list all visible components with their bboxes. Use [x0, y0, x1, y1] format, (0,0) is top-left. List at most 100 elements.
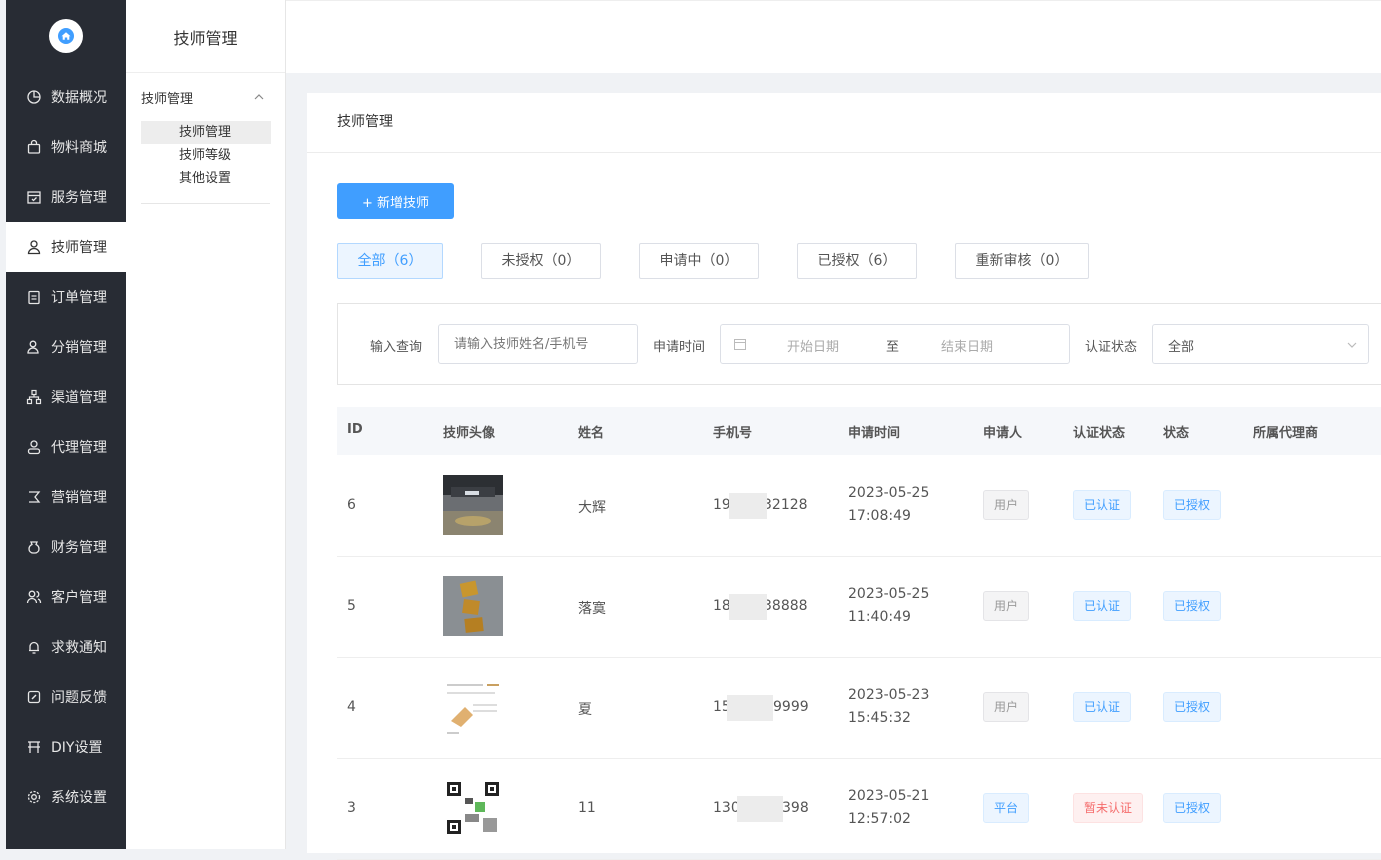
cert-status-value: 全部: [1168, 340, 1195, 355]
home-icon: [58, 28, 74, 44]
sidebar-item-1[interactable]: 物料商城: [6, 122, 126, 172]
sidebar-item-label: 数据概况: [51, 90, 107, 106]
sidebar-item-2[interactable]: 服务管理: [6, 172, 126, 222]
main-panel: 技师管理 + 新增技师 全部（6） 未授权（0） 申请中（0） 已授权（6） 重…: [307, 93, 1381, 860]
sidebar-item-14[interactable]: 系统设置: [6, 772, 126, 822]
search-input[interactable]: [438, 324, 638, 364]
home-logo[interactable]: [49, 19, 83, 53]
date-separator: 至: [886, 340, 900, 355]
feedback-icon: [26, 689, 42, 705]
submenu-item-technician-manage[interactable]: 技师管理: [141, 121, 271, 144]
sidebar-item-4[interactable]: 订单管理: [6, 272, 126, 322]
technician-avatar[interactable]: [443, 475, 503, 535]
date-range-picker[interactable]: 开始日期 至 结束日期: [720, 324, 1070, 364]
cert-status-tag: 已认证: [1073, 490, 1131, 520]
cell-name: 夏: [578, 702, 592, 718]
tab-applying[interactable]: 申请中（0）: [639, 243, 759, 279]
cert-status-select[interactable]: 全部: [1152, 324, 1369, 364]
cert-status-tag: 已认证: [1073, 692, 1131, 722]
cell-id: 4: [347, 699, 356, 715]
gear-icon: [26, 789, 42, 805]
calendar-check-icon: [26, 189, 42, 205]
cert-status-tag: 暂未认证: [1073, 793, 1143, 823]
technician-avatar[interactable]: [443, 576, 503, 636]
sidebar-item-11[interactable]: 求救通知: [6, 622, 126, 672]
submenu-group[interactable]: 技师管理: [126, 73, 285, 121]
cell-name: 落寞: [578, 601, 606, 617]
tab-unauthorized[interactable]: 未授权（0）: [481, 243, 601, 279]
phone-redaction: [737, 796, 783, 822]
calendar-icon: [734, 339, 746, 350]
user-share-icon: [26, 339, 42, 355]
cell-phone-suffix: 32128: [763, 497, 808, 513]
cell-id: 5: [347, 598, 356, 614]
sidebar-item-13[interactable]: DIY设置: [6, 722, 126, 772]
phone-redaction: [729, 493, 767, 519]
users-icon: [26, 589, 42, 605]
cell-name: 大辉: [578, 500, 606, 516]
sidebar-item-0[interactable]: 数据概况: [6, 72, 126, 122]
cell-apply-time: 17:08:49: [848, 508, 911, 524]
logo-area: [6, 0, 126, 72]
applicant-tag: 用户: [983, 591, 1029, 621]
clipboard-icon: [26, 289, 42, 305]
table-row[interactable]: 4 夏 15 9999 2023-05-23 15:45:32 用户 已认证 已…: [337, 657, 1381, 759]
sidebar-item-9[interactable]: 财务管理: [6, 522, 126, 572]
top-header: [286, 0, 1381, 73]
pie-chart-icon: [26, 89, 42, 105]
submenu-item-other-settings[interactable]: 其他设置: [141, 167, 271, 190]
sidebar-item-7[interactable]: 代理管理: [6, 422, 126, 472]
sidebar-item-label: 技师管理: [51, 240, 107, 256]
cell-apply-date: 2023-05-25: [848, 586, 930, 602]
sidebar-item-label: 客户管理: [51, 590, 107, 606]
submenu-item-technician-level[interactable]: 技师等级: [141, 144, 271, 167]
cert-status-label: 认证状态: [1085, 340, 1138, 355]
chevron-up-icon: [254, 94, 264, 100]
sidebar-item-label: 分销管理: [51, 340, 107, 356]
applicant-tag: 用户: [983, 692, 1029, 722]
status-tag: 已授权: [1163, 490, 1221, 520]
th-phone: 手机号: [713, 426, 753, 441]
sidebar-item-5[interactable]: 分销管理: [6, 322, 126, 372]
tab-authorized[interactable]: 已授权（6）: [797, 243, 917, 279]
diy-icon: [26, 739, 42, 755]
sidebar-item-8[interactable]: 营销管理: [6, 472, 126, 522]
sidebar-item-3[interactable]: 技师管理: [6, 222, 126, 272]
tab-all[interactable]: 全部（6）: [337, 243, 443, 279]
tab-re-review[interactable]: 重新审核（0）: [955, 243, 1089, 279]
cell-apply-date: 2023-05-23: [848, 687, 930, 703]
sidebar-item-label: 营销管理: [51, 490, 107, 506]
sidebar-item-label: 求救通知: [51, 640, 107, 656]
add-technician-button[interactable]: + 新增技师: [337, 183, 454, 219]
sidebar-item-label: 服务管理: [51, 190, 107, 206]
user-icon: [26, 239, 42, 255]
cell-name: 11: [578, 800, 596, 816]
status-tag: 已授权: [1163, 692, 1221, 722]
cell-apply-date: 2023-05-21: [848, 788, 930, 804]
sidebar-item-12[interactable]: 问题反馈: [6, 672, 126, 722]
status-tag: 已授权: [1163, 591, 1221, 621]
sidebar-item-label: 物料商城: [51, 140, 107, 156]
cert-status-tag: 已认证: [1073, 591, 1131, 621]
technician-avatar[interactable]: [443, 677, 503, 737]
query-label: 输入查询: [370, 340, 423, 355]
table-header: ID 技师头像 姓名 手机号 申请时间 申请人 认证状态 状态 所属代理商: [337, 407, 1381, 455]
main-sidebar: 数据概况物料商城服务管理技师管理订单管理分销管理渠道管理 代理管理营销管理财务管理…: [6, 0, 126, 849]
th-id: ID: [347, 422, 363, 437]
table-row[interactable]: 6 大辉 19 32128 2023-05-25 17:08:49 用户 已认证…: [337, 455, 1381, 557]
applicant-tag: 用户: [983, 490, 1029, 520]
secondary-sidebar: 技师管理 技师管理 技师管理 技师等级 其他设置: [126, 0, 286, 849]
table-row[interactable]: 5 落寞 18 38888 2023-05-25 11:40:49 用户 已认证…: [337, 556, 1381, 658]
table-row[interactable]: 3 11 130 398 2023-05-21 12:57:02 平台 暂未认证…: [337, 758, 1381, 860]
sidebar-item-label: 财务管理: [51, 540, 107, 556]
date-label: 申请时间: [653, 340, 706, 355]
sidebar-item-label: 订单管理: [51, 290, 107, 306]
sidebar-item-6[interactable]: 渠道管理: [6, 372, 126, 422]
technician-avatar[interactable]: [443, 778, 503, 838]
sidebar-item-10[interactable]: 客户管理: [6, 572, 126, 622]
sidebar-item-label: 系统设置: [51, 790, 107, 806]
shopping-bag-icon: [26, 139, 42, 155]
th-name: 姓名: [578, 426, 605, 441]
cell-apply-time: 11:40:49: [848, 609, 911, 625]
page-title: 技师管理: [307, 93, 1381, 153]
